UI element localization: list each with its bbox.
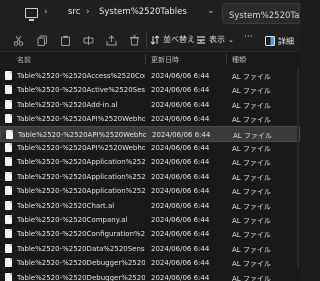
file-icon xyxy=(5,99,12,109)
delete-icon[interactable] xyxy=(129,35,140,46)
file-row[interactable]: Table%2520-%2520Debugger%2520Watch.al 202… xyxy=(0,270,300,281)
column-header-date[interactable]: 更新日時 xyxy=(151,55,179,65)
file-name: Table%2520-%2520API%2520Webhook%2520... xyxy=(18,130,146,139)
column-header-type[interactable]: 種類 xyxy=(232,55,246,65)
file-type: AL ファイル xyxy=(232,101,271,110)
file-name: Table%2520-%2520Debugger%2520Watch.al xyxy=(17,273,145,281)
rename-icon[interactable] xyxy=(83,35,94,46)
file-name: Table%2520-%2520Application%2520Resource… xyxy=(17,187,145,196)
this-pc-icon[interactable] xyxy=(25,8,38,21)
chevron-down-icon: ⌄ xyxy=(228,35,234,44)
file-icon xyxy=(5,258,12,268)
sort-icon xyxy=(150,34,160,45)
column-header-row: 名前 更新日時 種類 xyxy=(0,52,300,66)
view-button[interactable]: 表示 ⌄ xyxy=(196,34,234,45)
chevron-down-icon[interactable]: ⌄ xyxy=(207,6,215,16)
file-date: 2024/06/06 6:44 xyxy=(151,216,210,224)
file-date: 2024/06/06 6:44 xyxy=(151,72,210,80)
file-type: AL ファイル xyxy=(232,159,271,168)
file-icon xyxy=(5,272,12,281)
address-bar[interactable]: › src › System%2520Tables ⌄ System%2520T… xyxy=(0,0,300,28)
file-type: AL ファイル xyxy=(232,87,271,96)
sort-label: 並べ替え xyxy=(163,35,195,44)
column-divider[interactable] xyxy=(145,54,146,65)
vertical-scrollbar[interactable] xyxy=(297,68,299,268)
file-icon xyxy=(5,143,12,152)
details-label: 詳細 xyxy=(278,36,294,46)
file-date: 2024/06/06 6:44 xyxy=(151,100,210,109)
share-icon[interactable] xyxy=(106,35,117,46)
file-date: 2024/06/06 6:44 xyxy=(151,244,210,253)
file-type: AL ファイル xyxy=(232,245,271,254)
file-name: Table%2520-%2520Company.al xyxy=(17,216,128,224)
file-icon xyxy=(5,186,12,196)
file-type: AL ファイル xyxy=(232,145,271,153)
details-pane-button[interactable]: 詳細 xyxy=(262,33,300,49)
file-date: 2024/06/06 6:44 xyxy=(151,201,210,210)
file-type: AL ファイル xyxy=(232,231,271,240)
file-type: AL ファイル xyxy=(232,260,271,269)
file-explorer-window: › src › System%2520Tables ⌄ System%2520T… xyxy=(0,0,300,281)
chevron-right-icon[interactable]: › xyxy=(86,7,90,17)
file-icon xyxy=(6,129,13,139)
view-icon xyxy=(197,35,205,44)
file-name: Table%2520-%2520Access%2520Control.al xyxy=(17,72,145,80)
copy-icon[interactable] xyxy=(37,35,48,46)
file-icon xyxy=(5,114,12,124)
breadcrumb-src[interactable]: src xyxy=(68,7,80,17)
chevron-right-icon[interactable]: › xyxy=(44,7,48,17)
file-type: AL ファイル xyxy=(232,173,271,182)
file-name: Table%2520-%2520Data%2520Sensitivity.al xyxy=(17,244,145,253)
file-icon xyxy=(5,71,12,80)
file-type: AL ファイル xyxy=(232,116,271,125)
file-date: 2024/06/06 6:44 xyxy=(151,115,210,124)
file-date: 2024/06/06 6:44 xyxy=(151,144,210,152)
file-name: Table%2520-%2520Add-in.al xyxy=(17,100,118,109)
file-type: AL ファイル xyxy=(232,274,271,281)
search-input[interactable]: System%2520Tablesの検 xyxy=(222,3,300,24)
file-name: Table%2520-%2520Debugger%2520Breakpoint.… xyxy=(17,259,145,268)
file-type: AL ファイル xyxy=(232,188,271,197)
file-icon xyxy=(5,85,12,95)
command-bar: 並べ替え ⌄ 表示 ⌄ ··· 詳細 xyxy=(0,28,300,52)
file-date: 2024/06/06 6:44 xyxy=(151,187,210,196)
more-options-button[interactable]: ··· xyxy=(244,32,253,42)
file-name: Table%2520-%2520API%2520Webhook%2520... xyxy=(17,115,145,124)
column-divider[interactable] xyxy=(226,54,227,65)
file-date: 2024/06/06 6:44 xyxy=(151,86,210,95)
column-header-name[interactable]: 名前 xyxy=(17,55,31,65)
file-date: 2024/06/06 6:44 xyxy=(151,259,210,268)
file-date: 2024/06/06 6:44 xyxy=(151,273,210,281)
file-date: 2024/06/06 6:44 xyxy=(152,130,211,139)
file-type: AL ファイル xyxy=(232,202,271,211)
file-icon xyxy=(5,200,12,210)
file-date: 2024/06/06 6:44 xyxy=(151,172,210,181)
file-name: Table%2520-%2520Chart.al xyxy=(17,201,115,210)
file-icon xyxy=(5,171,12,181)
cut-icon[interactable] xyxy=(13,35,24,46)
view-label: 表示 xyxy=(209,35,225,44)
file-name: Table%2520-%2520API%2520Webhook%2520... xyxy=(17,144,145,152)
file-list: 名前 更新日時 種類 Table%2520-%2520Access%2520Co… xyxy=(0,52,300,281)
paste-icon[interactable] xyxy=(60,35,71,46)
file-name: Table%2520-%2520Application%2520Depende.… xyxy=(17,158,145,167)
file-icon xyxy=(5,229,12,239)
file-type: AL ファイル xyxy=(232,73,271,81)
file-icon xyxy=(5,243,12,253)
details-pane-icon xyxy=(265,36,275,46)
toolbar-divider xyxy=(146,33,147,47)
file-type: AL ファイル xyxy=(232,217,271,225)
file-icon xyxy=(5,215,12,224)
file-name: Table%2520-%2520Active%2520Session.al xyxy=(17,86,145,95)
file-name: Table%2520-%2520Configuration%2520Packag… xyxy=(17,230,145,239)
file-date: 2024/06/06 6:44 xyxy=(151,230,210,239)
file-name: Table%2520-%2520Application%2520Object%.… xyxy=(17,172,145,181)
file-date: 2024/06/06 6:44 xyxy=(151,158,210,167)
breadcrumb-system-tables[interactable]: System%2520Tables xyxy=(99,7,187,17)
file-icon xyxy=(5,157,12,167)
